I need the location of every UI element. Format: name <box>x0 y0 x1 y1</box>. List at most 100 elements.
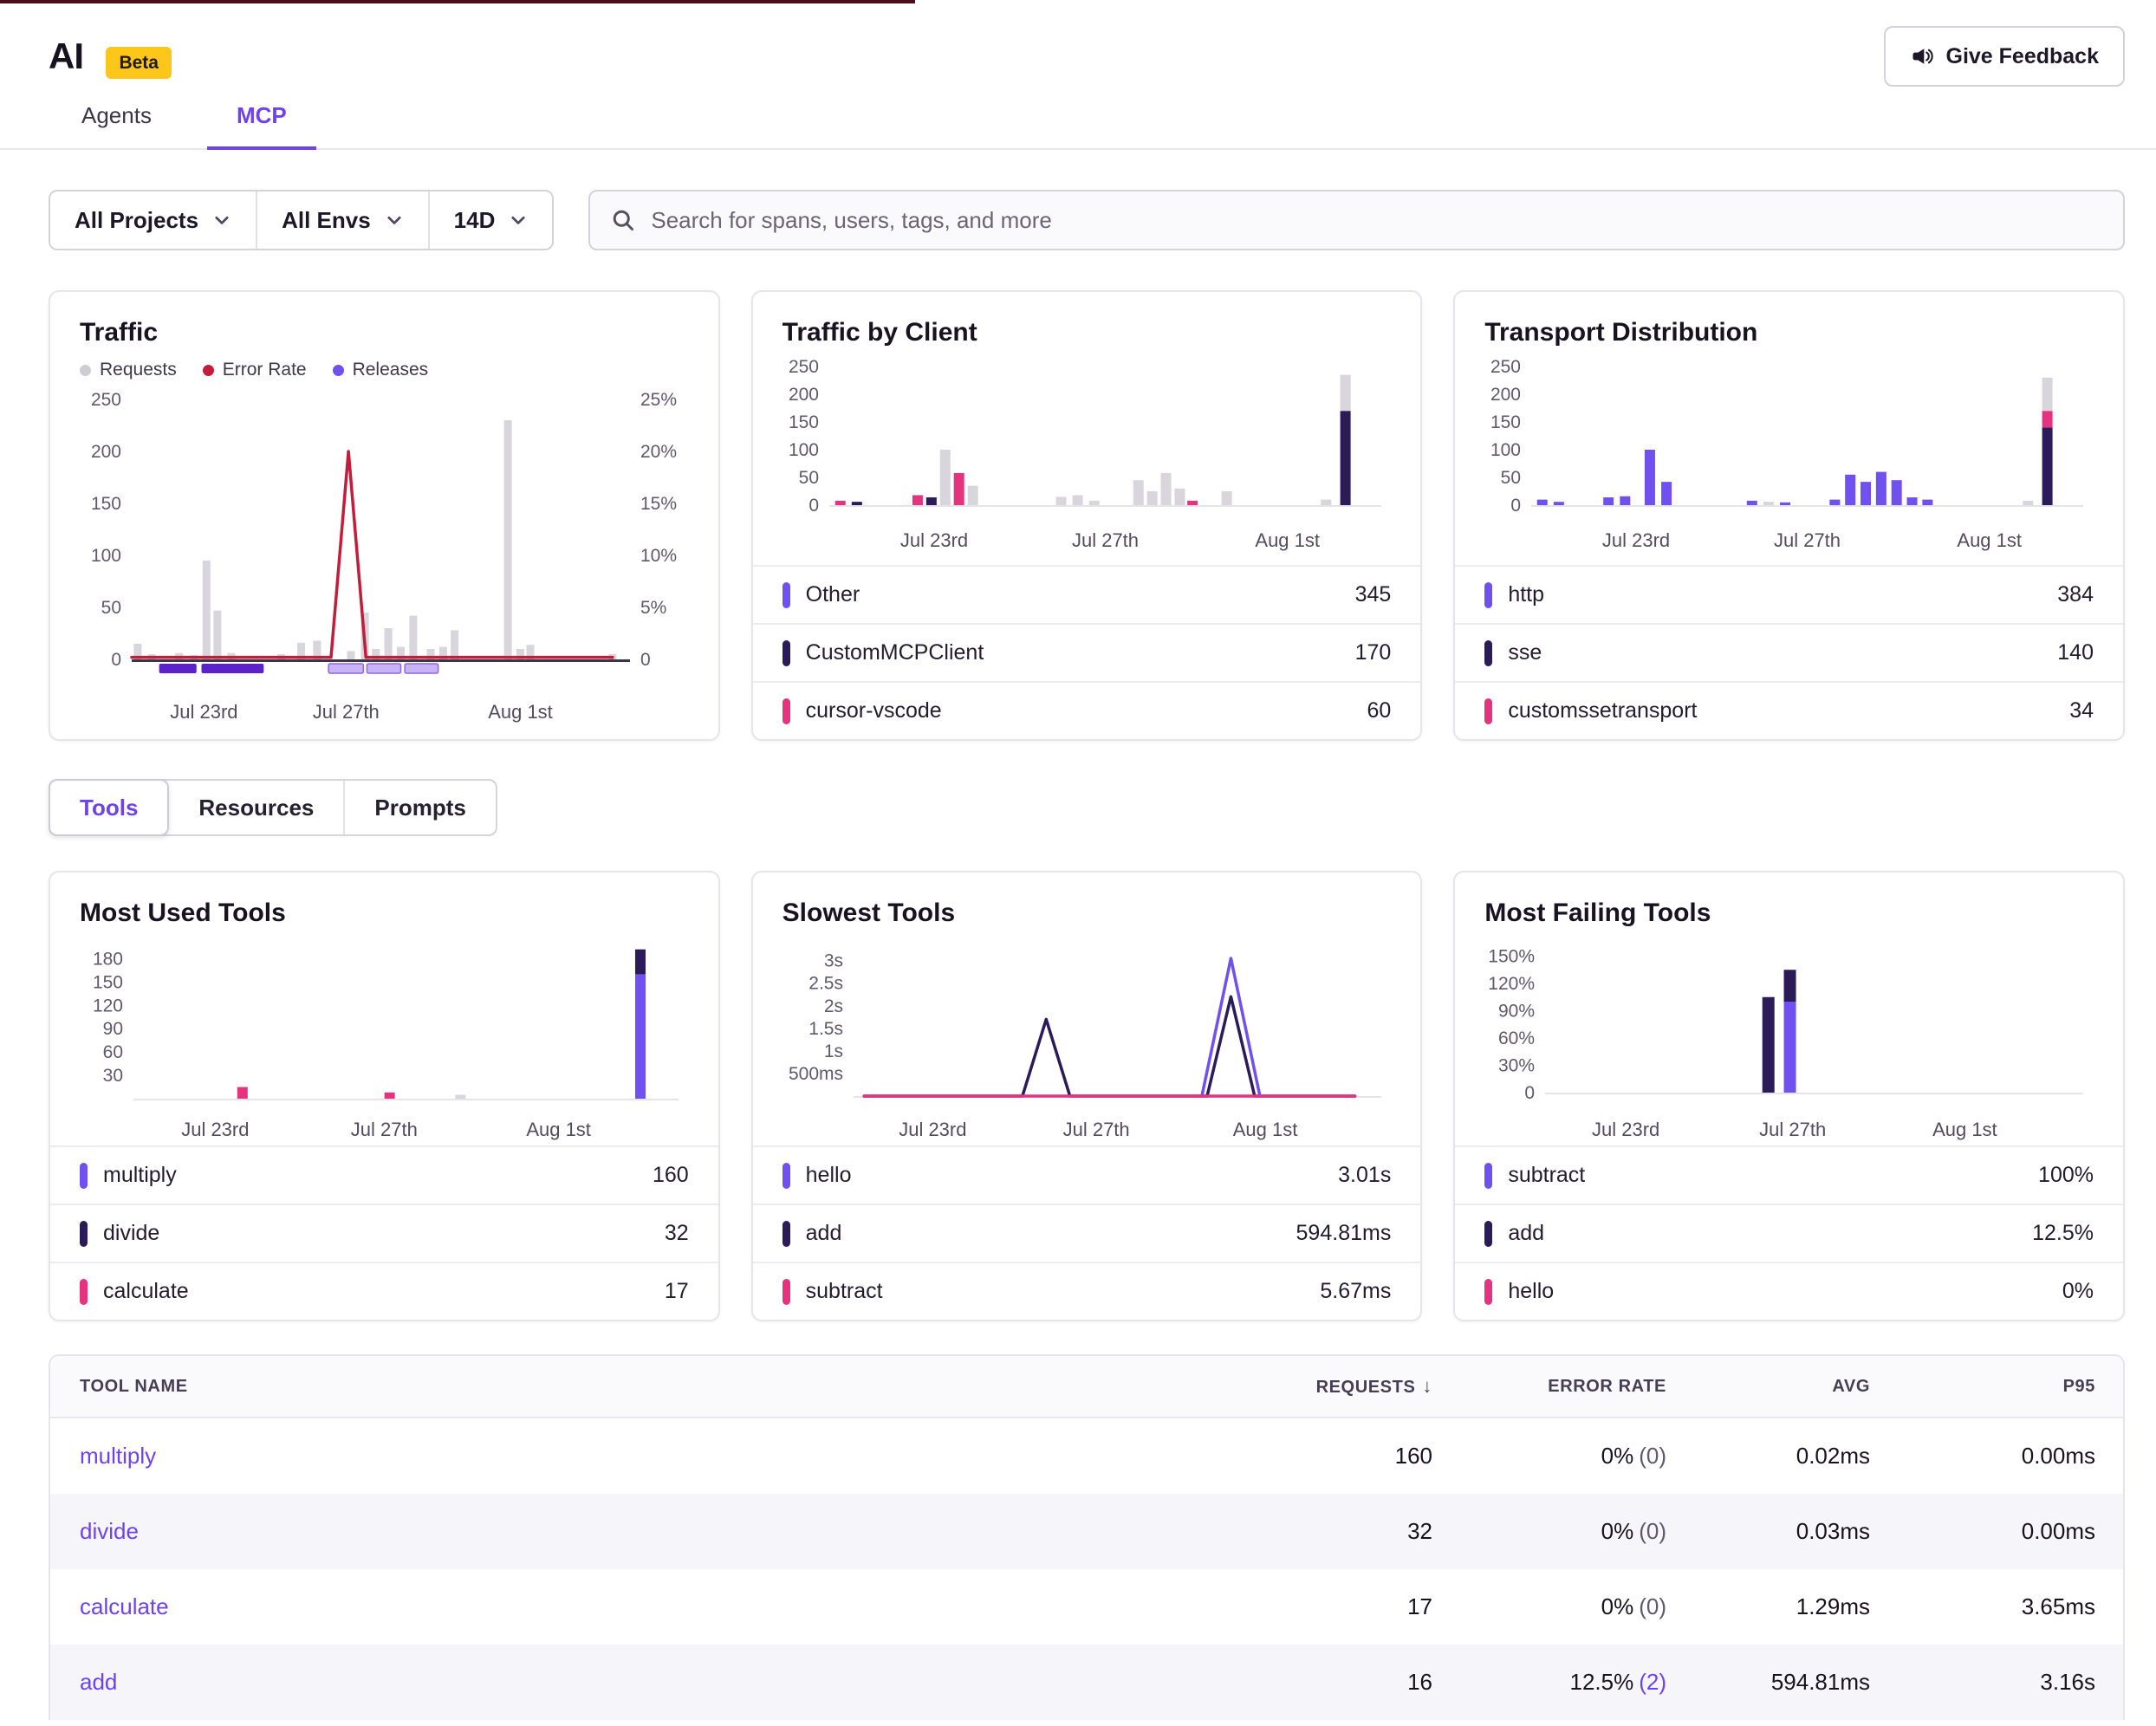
legend-row[interactable]: Other345 <box>753 565 1421 623</box>
svg-text:Jul 23rd: Jul 23rd <box>899 1119 966 1140</box>
series-color-swatch <box>783 640 790 666</box>
legend-row[interactable]: hello0% <box>1455 1262 2123 1320</box>
tab-mcp[interactable]: MCP <box>207 102 316 150</box>
projects-filter-dropdown[interactable]: All Projects <box>50 191 256 249</box>
legend-row[interactable]: cursor-vscode60 <box>753 681 1421 739</box>
error-count: (0) <box>1639 1518 1666 1544</box>
transport-legend-list: http384sse140customssetransport34 <box>1484 565 2094 739</box>
legend-row[interactable]: sse140 <box>1455 623 2123 681</box>
legend-row[interactable]: http384 <box>1455 565 2123 623</box>
series-name: multiply <box>103 1163 653 1188</box>
p95-cell: 3.65ms <box>1870 1593 2095 1620</box>
series-value: 384 <box>2057 582 2094 607</box>
chevron-down-icon <box>212 211 231 230</box>
slowest-tools-card: Slowest Tools 500ms1s1.5s2s2.5s3sJul 23r… <box>751 871 1423 1321</box>
svg-text:200: 200 <box>789 385 819 405</box>
table-row[interactable]: multiply1600%(0)0.02ms0.00ms <box>50 1418 2123 1494</box>
most-used-tools-chart[interactable]: 306090120150180Jul 23rdJul 27thAug 1st <box>80 937 689 1143</box>
table-row[interactable]: divide320%(0)0.03ms0.00ms <box>50 1494 2123 1569</box>
legend-row[interactable]: divide32 <box>50 1204 718 1262</box>
legend-row[interactable]: hello3.01s <box>753 1145 1421 1204</box>
avg-cell: 594.81ms <box>1666 1669 1870 1696</box>
series-color-swatch <box>1484 640 1492 666</box>
most-used-legend-list: multiply160divide32calculate17 <box>80 1145 689 1320</box>
tool-name-link[interactable]: calculate <box>80 1593 169 1619</box>
traffic-chart[interactable]: 05010015020025005%10%15%20%25%Jul 23rdJu… <box>80 386 689 725</box>
svg-text:Aug 1st: Aug 1st <box>526 1119 591 1140</box>
svg-text:Jul 27th: Jul 27th <box>1062 1119 1129 1140</box>
svg-text:120%: 120% <box>1489 974 1536 994</box>
svg-text:150%: 150% <box>1489 947 1536 967</box>
tab-resources[interactable]: Resources <box>169 781 343 834</box>
table-body: multiply1600%(0)0.02ms0.00msdivide320%(0… <box>50 1418 2123 1720</box>
svg-text:Jul 23rd: Jul 23rd <box>900 529 968 551</box>
svg-text:Aug 1st: Aug 1st <box>1232 1119 1297 1140</box>
daterange-filter-dropdown[interactable]: 14D <box>428 191 553 249</box>
series-color-swatch <box>80 1221 88 1247</box>
legend-row[interactable]: CustomMCPClient170 <box>753 623 1421 681</box>
svg-text:250: 250 <box>789 357 819 377</box>
tab-prompts[interactable]: Prompts <box>343 781 495 834</box>
error-rate-cell: 0%(0) <box>1432 1518 1666 1545</box>
card-title: Traffic by Client <box>783 318 1392 347</box>
series-color-swatch <box>1484 1279 1492 1305</box>
series-name: sse <box>1508 640 2057 665</box>
search-bar <box>588 190 2125 250</box>
most-failing-tools-chart[interactable]: 030%60%90%120%150%Jul 23rdJul 27thAug 1s… <box>1484 937 2094 1143</box>
legend-row[interactable]: calculate17 <box>50 1262 718 1320</box>
series-name: add <box>1508 1221 2032 1246</box>
tool-name-link[interactable]: divide <box>80 1518 139 1544</box>
traffic-by-client-card: Traffic by Client 050100150200250Jul 23r… <box>751 290 1423 741</box>
envs-filter-dropdown[interactable]: All Envs <box>256 191 428 249</box>
brand: AI Beta <box>49 36 172 77</box>
give-feedback-label: Give Feedback <box>1946 44 2099 69</box>
slowest-tools-chart[interactable]: 500ms1s1.5s2s2.5s3sJul 23rdJul 27thAug 1… <box>783 937 1392 1143</box>
series-value: 345 <box>1355 582 1392 607</box>
p95-cell: 0.00ms <box>1870 1443 2095 1470</box>
traffic-by-client-chart[interactable]: 050100150200250Jul 23rdJul 27thAug 1st <box>783 356 1392 554</box>
svg-text:200: 200 <box>91 442 121 462</box>
app-logo: AI <box>49 36 83 76</box>
svg-text:15%: 15% <box>640 494 677 514</box>
table-header-requests[interactable]: REQUESTS↓ <box>1207 1375 1432 1398</box>
projects-filter-label: All Projects <box>75 207 198 234</box>
table-row[interactable]: add1612.5%(2)594.81ms3.16s <box>50 1645 2123 1720</box>
svg-text:Jul 27th: Jul 27th <box>1759 1119 1826 1140</box>
tool-name-link[interactable]: multiply <box>80 1443 156 1469</box>
tab-agents[interactable]: Agents <box>52 102 181 148</box>
error-rate-cell: 12.5%(2) <box>1432 1669 1666 1696</box>
tab-tools[interactable]: Tools <box>49 779 169 836</box>
table-header-p95[interactable]: P95 <box>1870 1377 2095 1397</box>
svg-text:0: 0 <box>640 650 651 670</box>
transport-distribution-chart[interactable]: 050100150200250Jul 23rdJul 27thAug 1st <box>1484 356 2094 554</box>
filter-group: All Projects All Envs 14D <box>49 190 554 250</box>
svg-text:180: 180 <box>93 949 123 969</box>
tool-name-cell: add <box>80 1669 1207 1696</box>
error-rate-cell: 0%(0) <box>1432 1443 1666 1470</box>
series-value: 60 <box>1367 698 1392 723</box>
p95-cell: 0.00ms <box>1870 1518 2095 1545</box>
table-header-error-rate[interactable]: ERROR RATE <box>1432 1377 1666 1397</box>
error-count[interactable]: (2) <box>1639 1669 1666 1695</box>
svg-text:20%: 20% <box>640 442 677 462</box>
search-input[interactable] <box>651 207 2102 234</box>
svg-text:150: 150 <box>789 412 819 432</box>
svg-text:100: 100 <box>789 440 819 460</box>
table-row[interactable]: calculate170%(0)1.29ms3.65ms <box>50 1569 2123 1645</box>
table-header-tool-name[interactable]: TOOL NAME <box>80 1377 1207 1397</box>
legend-row[interactable]: subtract100% <box>1455 1145 2123 1204</box>
legend-row[interactable]: subtract5.67ms <box>753 1262 1421 1320</box>
legend-row[interactable]: multiply160 <box>50 1145 718 1204</box>
table-header-avg[interactable]: AVG <box>1666 1377 1870 1397</box>
tool-name-link[interactable]: add <box>80 1669 117 1695</box>
svg-text:Aug 1st: Aug 1st <box>1255 529 1320 551</box>
most-failing-tools-card: Most Failing Tools 030%60%90%120%150%Jul… <box>1453 871 2125 1321</box>
legend-row[interactable]: add594.81ms <box>753 1204 1421 1262</box>
legend-row[interactable]: add12.5% <box>1455 1204 2123 1262</box>
legend-row[interactable]: customssetransport34 <box>1455 681 2123 739</box>
svg-text:Jul 27th: Jul 27th <box>313 701 380 723</box>
tools-table: TOOL NAMEREQUESTS↓ERROR RATEAVGP95 multi… <box>49 1354 2125 1720</box>
envs-filter-label: All Envs <box>282 207 371 234</box>
primary-tabs: Agents MCP <box>0 102 2156 150</box>
give-feedback-button[interactable]: Give Feedback <box>1884 26 2125 87</box>
